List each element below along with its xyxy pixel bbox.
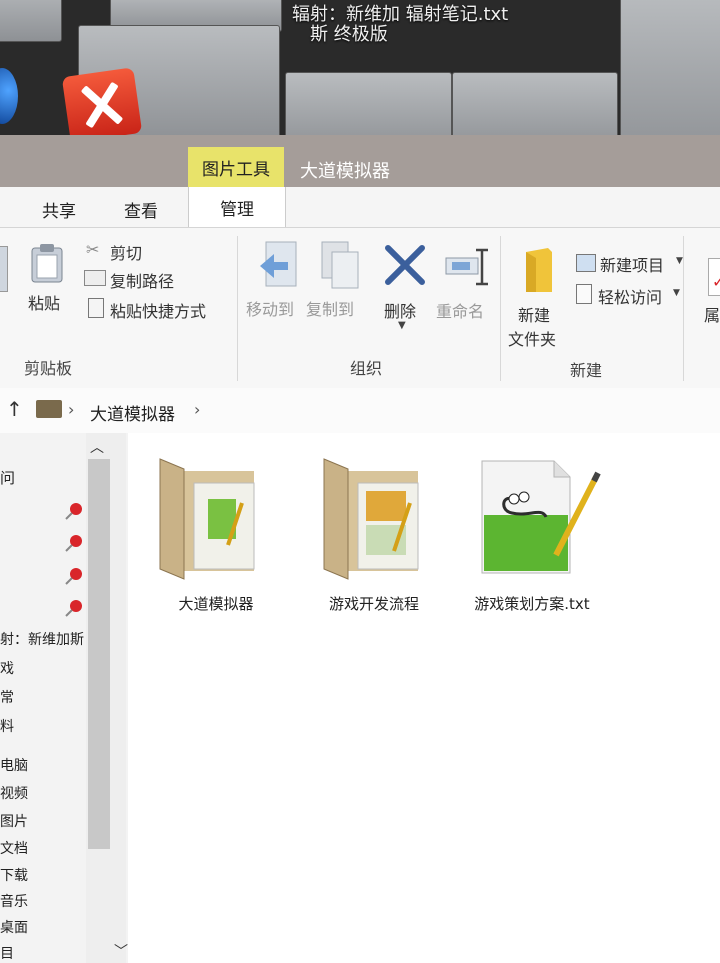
paste-icon	[30, 242, 64, 284]
nav-item-documents[interactable]: 文档	[0, 838, 28, 858]
nav-item-more[interactable]: 目	[0, 943, 14, 963]
move-to-icon	[256, 240, 300, 292]
picture-tools-context-tab[interactable]: 图片工具	[188, 147, 284, 187]
folder-icon	[36, 400, 62, 418]
chevron-up-icon[interactable]: ︿	[90, 437, 104, 457]
delete-button[interactable]: 删除	[384, 298, 416, 322]
ribbon-tabs: 共享 查看 管理	[0, 187, 720, 228]
chevron-down-icon[interactable]: ▼	[398, 320, 406, 331]
rename-icon	[444, 248, 490, 286]
xmind-app-icon[interactable]	[61, 67, 143, 143]
nav-item-downloads[interactable]: 下载	[0, 865, 28, 885]
group-divider	[500, 236, 501, 381]
new-folder-button-line2[interactable]: 文件夹	[508, 326, 556, 350]
desktop-background: 辐射：新维加 辐射笔记.txt 斯 终极版	[0, 0, 720, 150]
cut-button[interactable]: 剪切	[110, 240, 142, 264]
chevron-right-icon[interactable]: ›	[194, 400, 200, 419]
paste-shortcut-button[interactable]: 粘贴快捷方式	[110, 298, 206, 322]
file-name: 大道模拟器	[178, 595, 254, 613]
file-name: 游戏策划方案.txt	[474, 595, 590, 613]
clipboard-group-label: 剪贴板	[24, 359, 73, 378]
paste-shortcut-icon	[88, 298, 104, 318]
pin-icon[interactable]	[64, 501, 84, 521]
tab-view[interactable]: 查看	[124, 197, 158, 222]
window-title: 大道模拟器	[300, 161, 390, 182]
nav-item-music[interactable]: 音乐	[0, 891, 28, 911]
copy-icon[interactable]	[0, 246, 8, 292]
copy-path-button[interactable]: 复制路径	[110, 268, 174, 292]
address-bar: ↑ › 大道模拟器 ›	[0, 388, 720, 434]
nav-item-pictures[interactable]: 图片	[0, 811, 28, 831]
pin-icon[interactable]	[64, 566, 84, 586]
file-list: 大道模拟器 游戏开发流程 游戏策划方案.txt	[128, 433, 720, 963]
globe-icon[interactable]	[0, 68, 18, 124]
new-item-button[interactable]: 新建项目	[600, 252, 664, 276]
scrollbar-thumb[interactable]	[88, 459, 110, 849]
nav-item-games[interactable]: 戏	[0, 658, 14, 678]
nav-item-videos[interactable]: 视频	[0, 783, 28, 803]
notepad-plus-plus-icon	[481, 460, 601, 574]
organize-group-label: 组织	[350, 359, 383, 378]
folder-icon	[159, 458, 255, 580]
nav-item-quick-access[interactable]: 问	[0, 467, 15, 488]
new-group-label: 新建	[570, 361, 603, 380]
delete-x-icon	[384, 244, 426, 286]
title-bar: 图片工具 大道模拟器	[0, 135, 720, 187]
tab-manage[interactable]: 管理	[188, 187, 286, 227]
rename-button[interactable]: 重命名	[436, 298, 484, 322]
new-item-icon	[576, 254, 596, 272]
breadcrumb-current[interactable]: 大道模拟器	[90, 400, 175, 425]
file-name: 游戏开发流程	[328, 595, 419, 613]
paste-button[interactable]: 粘贴	[28, 290, 60, 314]
desktop-tile	[620, 0, 720, 150]
chevron-down-icon[interactable]: ▼	[673, 288, 680, 298]
pin-icon[interactable]	[64, 533, 84, 553]
desktop-tile	[0, 0, 62, 42]
checkmark-icon: ✓	[712, 272, 720, 291]
desktop-caption-line2: 斯 终极版	[310, 24, 388, 45]
chevron-right-icon[interactable]: ›	[68, 400, 74, 419]
chevron-down-icon[interactable]: ▼	[676, 256, 683, 266]
copy-to-button[interactable]: 复制到	[306, 296, 354, 320]
new-folder-icon	[524, 248, 554, 294]
move-to-button[interactable]: 移动到	[246, 296, 294, 320]
nav-item-this-pc[interactable]: 电脑	[0, 755, 28, 775]
new-folder-button-line1[interactable]: 新建	[518, 302, 550, 326]
copy-path-icon	[84, 270, 106, 286]
nav-item-daily[interactable]: 常	[0, 687, 14, 707]
pin-icon[interactable]	[64, 598, 84, 618]
nav-item-desktop[interactable]: 桌面	[0, 917, 28, 937]
folder-icon	[323, 458, 419, 580]
nav-scrollbar[interactable]: ︿ ﹀	[86, 433, 128, 963]
properties-button[interactable]: 属	[704, 302, 720, 326]
group-divider	[683, 236, 684, 381]
easy-access-button[interactable]: 轻松访问	[598, 284, 662, 308]
scissors-icon: ✂	[86, 240, 100, 259]
tab-share[interactable]: 共享	[42, 197, 76, 222]
nav-item-fallout[interactable]: 射：新维加斯	[0, 629, 84, 649]
nav-item-materials[interactable]: 料	[0, 716, 14, 736]
group-divider	[237, 236, 238, 381]
up-arrow-button[interactable]: ↑	[6, 397, 23, 421]
easy-access-icon	[576, 284, 592, 304]
ribbon: 粘贴 ✂ 剪切 复制路径 粘贴快捷方式 剪贴板 移动到 复制到 删除 ▼ 重命名…	[0, 228, 720, 389]
chevron-down-icon[interactable]: ﹀	[114, 941, 128, 961]
copy-to-icon	[318, 240, 362, 292]
explorer-window: 图片工具 大道模拟器 共享 查看 管理 粘贴 ✂ 剪切 复制路径 粘贴快捷方式 …	[0, 135, 720, 963]
